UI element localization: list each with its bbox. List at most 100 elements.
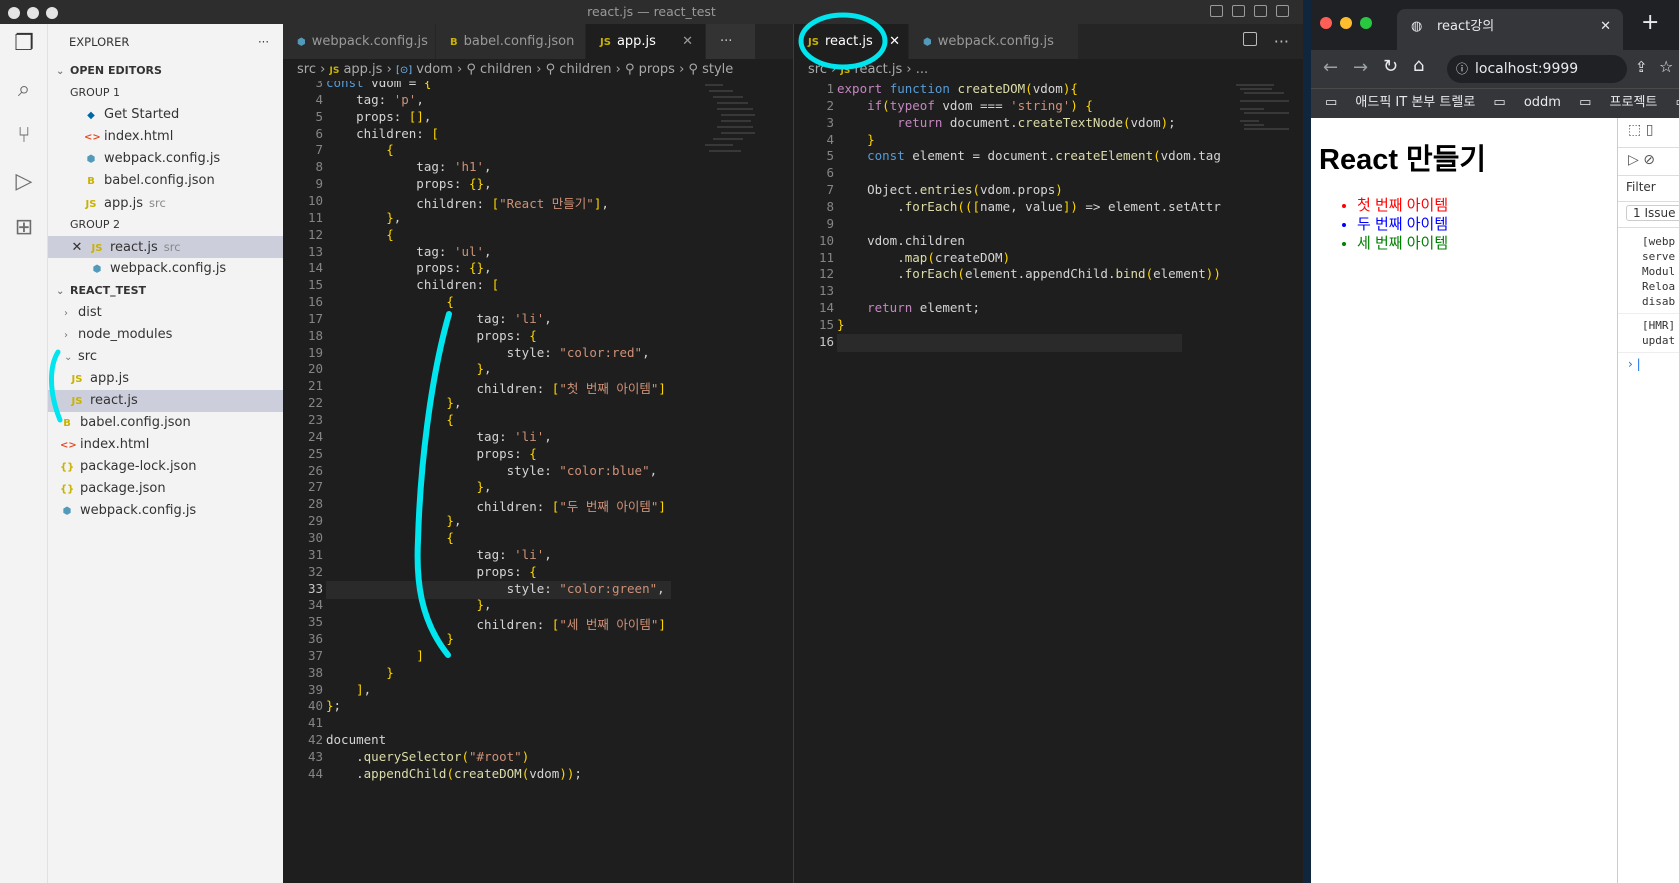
tree-file[interactable]: {} package.json <box>48 478 283 500</box>
more-tabs-button[interactable]: ··· <box>706 24 756 59</box>
search-icon[interactable]: ⌕ <box>12 78 36 102</box>
tab-webpack-config[interactable]: ⬢ webpack.config.js <box>283 24 436 59</box>
toggle-sidebar-icon[interactable] <box>1210 5 1223 17</box>
group2-header[interactable]: GROUP 2 <box>48 214 283 236</box>
toggle-secondary-sidebar-icon[interactable] <box>1254 5 1267 17</box>
line-number: 18 <box>307 327 323 343</box>
js-file-icon: JS <box>329 66 340 76</box>
line-number: 6 <box>315 125 323 141</box>
line-number: 31 <box>307 546 323 562</box>
open-editors-section[interactable]: ⌄ OPEN EDITORS <box>48 60 283 82</box>
zoom-window-button[interactable] <box>1360 17 1372 29</box>
zoom-window-button[interactable] <box>46 7 58 19</box>
toggle-panel-icon[interactable] <box>1232 5 1245 17</box>
issues-badge[interactable]: 1 Issue <box>1626 205 1679 221</box>
sidebar-toggle-icon[interactable]: ▷ <box>1628 152 1639 168</box>
clear-console-icon[interactable]: ⊘ <box>1643 152 1655 168</box>
reload-icon[interactable]: ↻ <box>1383 56 1398 77</box>
tree-file-selected[interactable]: JS react.js <box>48 390 283 412</box>
code-line: }, <box>386 209 402 225</box>
bookmark-folder[interactable]: ▭ ppl <box>1676 95 1679 110</box>
minimize-window-button[interactable] <box>1340 17 1352 29</box>
webpack-file-icon: ⬢ <box>86 154 96 165</box>
tree-file[interactable]: Bbabel.config.json <box>48 412 283 434</box>
tab-app-js[interactable]: JS app.js ✕ <box>586 24 706 59</box>
editor-tabs: ⬢ webpack.config.js Bbabel.config.json JS… <box>283 24 793 59</box>
address-bar[interactable]: ⓘ localhost:9999 <box>1447 55 1627 83</box>
code-line: const vdom = { <box>326 81 432 90</box>
bookmark-folder[interactable]: ▭ oddm <box>1493 95 1561 110</box>
source-control-icon[interactable]: ⑂ <box>12 124 36 148</box>
line-number: 25 <box>307 445 323 461</box>
share-icon[interactable]: ⇪ <box>1635 58 1648 76</box>
code-line: }, <box>476 361 492 377</box>
run-debug-icon[interactable]: ▷ <box>12 170 36 194</box>
code-line: .forEach(([name, value]) => element.setA… <box>837 198 1221 214</box>
open-editor-item[interactable]: <> index.html <box>48 126 283 148</box>
filter-input[interactable]: Filter <box>1618 176 1679 202</box>
inspect-icon[interactable]: ⬚ <box>1628 122 1641 138</box>
bookmark-folder[interactable]: ▭ 프로젝트 <box>1579 95 1657 110</box>
open-editor-item[interactable]: ◆ Get Started <box>48 104 283 126</box>
code-line: } <box>867 131 875 147</box>
tree-file[interactable]: ⬢ webpack.config.js <box>48 500 283 522</box>
tree-folder[interactable]: ⌄ src <box>48 346 283 368</box>
tree-file[interactable]: JS app.js <box>48 368 283 390</box>
tab-react-js[interactable]: JS react.js ✕ <box>794 24 909 59</box>
forward-icon[interactable]: → <box>1353 57 1368 78</box>
home-icon[interactable]: ⌂ <box>1413 55 1424 76</box>
group1-header[interactable]: GROUP 1 <box>48 82 283 104</box>
open-editor-item-active[interactable]: ✕ JS react.js src <box>48 236 283 258</box>
line-number: 13 <box>307 243 323 259</box>
tab-webpack-config[interactable]: ⬢ webpack.config.js <box>909 24 1079 59</box>
line-number: 5 <box>826 148 834 164</box>
open-editor-item[interactable]: JS app.js src <box>48 192 283 214</box>
tree-file[interactable]: <> index.html <box>48 434 283 456</box>
code-area[interactable]: 1 export function createDOM(vdom){2 if(ty… <box>794 81 1303 883</box>
tree-folder[interactable]: › dist <box>48 302 283 324</box>
more-actions-button[interactable]: ··· <box>1274 24 1289 59</box>
extensions-icon[interactable]: ⊞ <box>12 216 36 240</box>
back-icon[interactable]: ← <box>1323 57 1338 78</box>
close-icon[interactable]: ✕ <box>889 24 900 59</box>
line-number: 5 <box>315 108 323 124</box>
device-toggle-icon[interactable]: ▯ <box>1646 122 1654 138</box>
code-line: const element = document.createElement(v… <box>867 148 1221 164</box>
line-number: 12 <box>818 266 834 282</box>
code-line: style: "color:green", <box>326 580 665 596</box>
js-file-icon: JS <box>600 37 611 48</box>
tree-file[interactable]: {} package-lock.json <box>48 456 283 478</box>
close-icon[interactable]: ✕ <box>70 237 84 259</box>
code-line: style: "color:blue", <box>326 462 658 478</box>
console-prompt[interactable]: › | <box>1618 353 1679 371</box>
close-icon[interactable]: ✕ <box>1600 9 1611 45</box>
browser-tab[interactable]: ◍ react강의 ✕ <box>1397 9 1623 50</box>
bookmark-folder[interactable]: ▭ 애드픽 IT 본부 트렐로 <box>1325 95 1475 110</box>
wrench-icon: ⚲ <box>624 62 635 77</box>
explorer-more-button[interactable]: ··· <box>258 24 269 60</box>
split-editor-icon[interactable] <box>1243 32 1257 46</box>
close-icon[interactable]: ✕ <box>682 24 693 59</box>
minimap[interactable] <box>1234 81 1294 181</box>
open-editor-item[interactable]: ⬢ webpack.config.js <box>48 148 283 170</box>
explorer-icon[interactable]: ❐ <box>12 32 36 56</box>
line-number: 16 <box>307 294 323 310</box>
customize-layout-icon[interactable] <box>1276 5 1289 17</box>
minimize-window-button[interactable] <box>27 7 39 19</box>
close-window-button[interactable] <box>1320 17 1332 29</box>
star-icon[interactable]: ☆ <box>1659 57 1673 76</box>
code-line: .appendChild(createDOM(vdom)); <box>326 765 582 781</box>
code-line: props: { <box>326 563 537 579</box>
tree-folder[interactable]: › node_modules <box>48 324 283 346</box>
code-line: tag: 'li', <box>326 428 552 444</box>
line-number: 11 <box>818 249 834 265</box>
open-editor-item[interactable]: ⬢ webpack.config.js <box>48 258 283 280</box>
minimap[interactable] <box>703 81 763 181</box>
chevron-down-icon: ⌄ <box>56 286 65 297</box>
code-area[interactable]: 3 const vdom = {4 tag: 'p', 5 props: [], 6 … <box>283 81 793 883</box>
project-section[interactable]: ⌄ REACT_TEST <box>48 280 283 302</box>
open-editor-item[interactable]: Bbabel.config.json <box>48 170 283 192</box>
tab-babel-config[interactable]: Bbabel.config.json <box>436 24 586 59</box>
new-tab-icon[interactable]: + <box>1641 10 1659 35</box>
close-window-button[interactable] <box>8 7 20 19</box>
